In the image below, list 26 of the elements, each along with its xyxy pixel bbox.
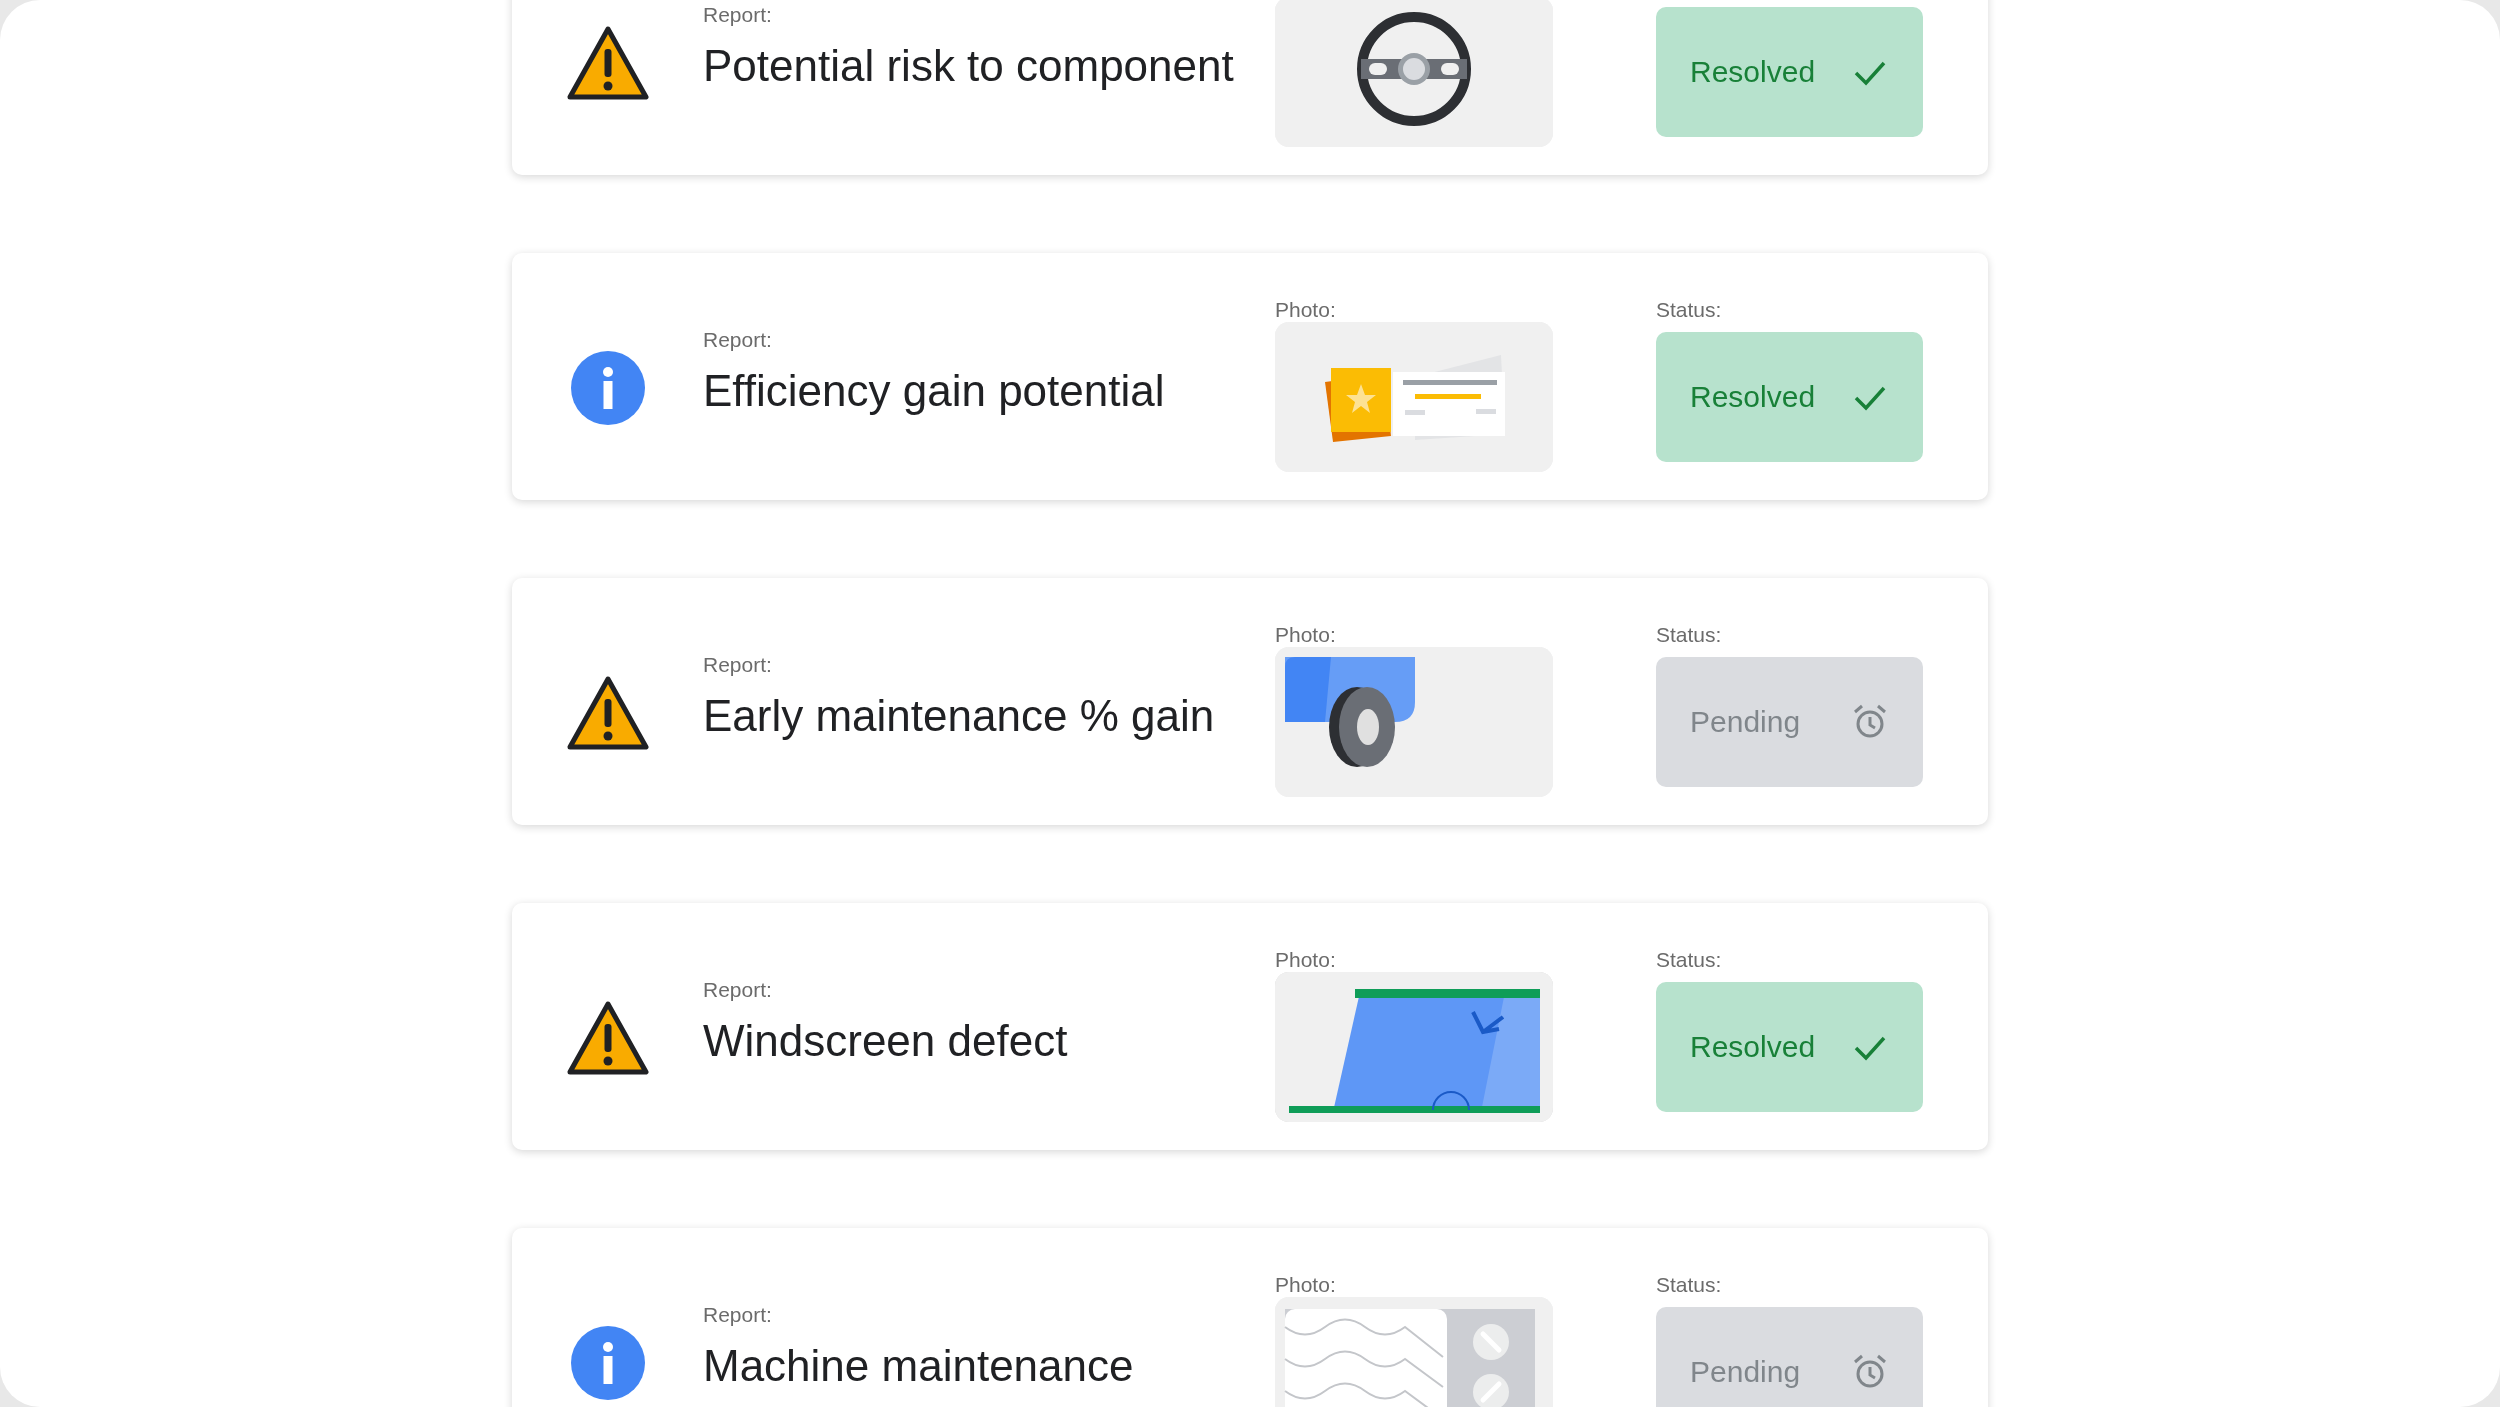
status-label: Status:: [1656, 623, 1723, 647]
status-label: Status:: [1656, 298, 1723, 322]
photo-label: Photo:: [1275, 948, 1337, 972]
photo-label: Photo:: [1275, 623, 1337, 647]
report-title: Efficiency gain potential: [703, 366, 1166, 416]
report-title: Windscreen defect: [703, 1016, 1069, 1066]
photo-label: Photo:: [1275, 298, 1337, 322]
status-button[interactable]: Pending: [1656, 657, 1923, 787]
report-label: Report:: [703, 328, 773, 352]
warning-icon: [565, 1000, 650, 1076]
warning-icon: [565, 25, 650, 101]
status-button[interactable]: Resolved: [1656, 7, 1923, 137]
report-label: Report:: [703, 1303, 773, 1327]
report-label: Report:: [703, 978, 773, 1002]
report-label: Report:: [703, 653, 773, 677]
status-label: Status:: [1656, 1273, 1723, 1297]
status-button[interactable]: Pending: [1656, 1307, 1923, 1407]
report-title: Potential risk to component: [703, 41, 1235, 91]
report-label: Report:: [703, 3, 773, 27]
report-title: Machine maintenance: [703, 1341, 1135, 1391]
status-button[interactable]: Resolved: [1656, 982, 1923, 1112]
warning-icon: [565, 675, 650, 751]
report-title: Early maintenance % gain: [703, 691, 1216, 741]
photo-label: Photo:: [1275, 1273, 1337, 1297]
status-label: Status:: [1656, 948, 1723, 972]
status-button[interactable]: Resolved: [1656, 332, 1923, 462]
